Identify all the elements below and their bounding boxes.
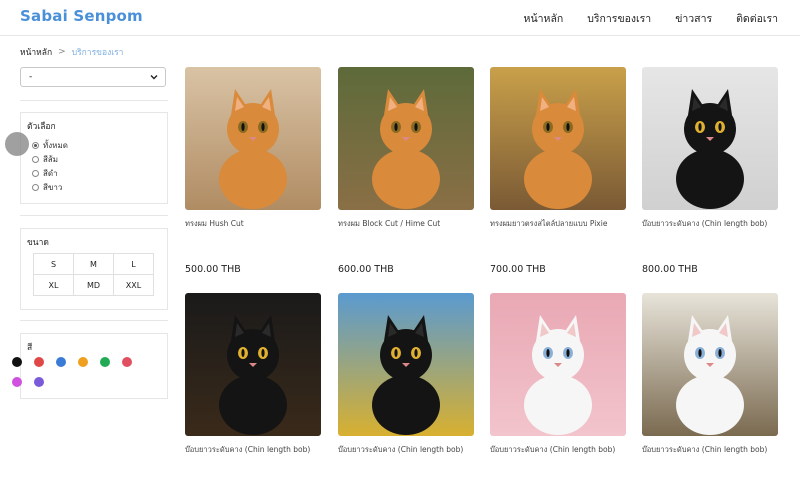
sidebar-divider (20, 215, 168, 216)
size-option-xxl[interactable]: XXL (114, 275, 154, 296)
radio-option-white[interactable]: สีขาว (32, 181, 62, 194)
color-swatch[interactable] (12, 357, 22, 367)
color-swatch[interactable] (34, 377, 44, 387)
black-cat-image[interactable] (185, 293, 321, 436)
product-price: 800.00 THB (642, 264, 698, 275)
product-price: 500.00 THB (185, 264, 241, 275)
product-price: 600.00 THB (338, 264, 394, 275)
color-swatch[interactable] (100, 357, 110, 367)
color-title: สี (27, 343, 33, 353)
brand-logo[interactable]: Sabai Senpom (20, 7, 143, 25)
nav-item-contact[interactable]: ติดต่อเรา (736, 10, 778, 27)
white-cat-image[interactable] (642, 293, 778, 436)
product-card[interactable]: บ๊อบยาวระดับคาง (Chin length bob) (642, 293, 778, 454)
size-filter-panel: ขนาด S M L XL MD XXL (20, 228, 168, 310)
breadcrumb-current: บริการของเรา (71, 48, 124, 58)
radio-button[interactable] (32, 142, 39, 149)
color-swatch[interactable] (34, 357, 44, 367)
top-header: Sabai Senpom หน้าหลัก บริการของเรา ข่าวส… (0, 0, 800, 36)
product-card[interactable]: บ๊อบยาวระดับคาง (Chin length bob) 800.00 … (642, 67, 778, 275)
color-swatch[interactable] (122, 357, 132, 367)
radio-button[interactable] (32, 184, 39, 191)
radio-label: ทั้งหมด (43, 141, 68, 150)
nav-item-home[interactable]: หน้าหลัก (524, 10, 564, 27)
product-card[interactable]: ทรงผม Hush Cut 500.00 THB (185, 67, 321, 275)
radio-label: สีดำ (43, 169, 58, 178)
sort-select-value: - (29, 72, 33, 82)
orange-cat-image[interactable] (338, 67, 474, 210)
product-name[interactable]: ทรงผมยาวตรงสไตล์ปลายแบบ Pixie (490, 218, 640, 230)
nav-item-services[interactable]: บริการของเรา (587, 10, 651, 27)
radio-option-all[interactable]: ทั้งหมด (32, 139, 68, 152)
breadcrumb-home[interactable]: หน้าหลัก (20, 45, 52, 59)
sort-select[interactable]: - (20, 67, 166, 87)
black-cat-image[interactable] (642, 67, 778, 210)
product-name[interactable]: บ๊อบยาวระดับคาง (Chin length bob) (490, 444, 640, 456)
radio-label: สีขาว (43, 183, 63, 192)
main-nav: หน้าหลัก บริการของเรา ข่าวสาร ติดต่อเรา (524, 10, 778, 27)
size-option-s[interactable]: S (34, 254, 74, 275)
orange-cat-image[interactable] (490, 67, 626, 210)
product-card[interactable]: ทรงผม Block Cut / Hime Cut 600.00 THB (338, 67, 474, 275)
breadcrumb: หน้าหลัก > บริการของเรา (20, 45, 123, 59)
size-option-md[interactable]: MD (74, 275, 114, 296)
product-card[interactable]: บ๊อบยาวระดับคาง (Chin length bob) (490, 293, 626, 454)
options-title: ตัวเลือก (27, 122, 56, 132)
chevron-down-icon (150, 75, 158, 80)
product-name[interactable]: ทรงผม Block Cut / Hime Cut (338, 218, 488, 230)
size-option-l[interactable]: L (114, 254, 154, 275)
product-name[interactable]: บ๊อบยาวระดับคาง (Chin length bob) (642, 444, 792, 456)
radio-button[interactable] (32, 156, 39, 163)
radio-option-orange[interactable]: สีส้ม (32, 153, 58, 166)
product-card[interactable]: บ๊อบยาวระดับคาง (Chin length bob) (185, 293, 321, 454)
product-card[interactable]: บ๊อบยาวระดับคาง (Chin length bob) (338, 293, 474, 454)
radio-option-black[interactable]: สีดำ (32, 167, 58, 180)
product-name[interactable]: บ๊อบยาวระดับคาง (Chin length bob) (185, 444, 335, 456)
sidebar-divider (20, 320, 168, 321)
color-swatch[interactable] (78, 357, 88, 367)
breadcrumb-separator: > (58, 47, 66, 57)
nav-item-news[interactable]: ข่าวสาร (675, 10, 712, 27)
size-grid: S M L XL MD XXL (33, 253, 154, 296)
size-option-xl[interactable]: XL (34, 275, 74, 296)
product-name[interactable]: บ๊อบยาวระดับคาง (Chin length bob) (338, 444, 488, 456)
radio-label: สีส้ม (43, 155, 59, 164)
color-swatch[interactable] (12, 377, 22, 387)
size-option-m[interactable]: M (74, 254, 114, 275)
product-name[interactable]: ทรงผม Hush Cut (185, 218, 335, 230)
black-cat-image[interactable] (338, 293, 474, 436)
orange-cat-image[interactable] (185, 67, 321, 210)
product-price: 700.00 THB (490, 264, 546, 275)
color-filter-panel: สี (20, 333, 168, 399)
white-cat-image[interactable] (490, 293, 626, 436)
mouse-cursor-indicator (5, 132, 29, 156)
product-name[interactable]: บ๊อบยาวระดับคาง (Chin length bob) (642, 218, 792, 230)
color-swatch[interactable] (56, 357, 66, 367)
options-filter-panel: ตัวเลือก ทั้งหมด สีส้ม สีดำ สีขาว (20, 112, 168, 204)
sidebar-divider (20, 100, 168, 101)
product-card[interactable]: ทรงผมยาวตรงสไตล์ปลายแบบ Pixie 700.00 THB (490, 67, 626, 275)
size-title: ขนาด (27, 238, 49, 248)
radio-button[interactable] (32, 170, 39, 177)
